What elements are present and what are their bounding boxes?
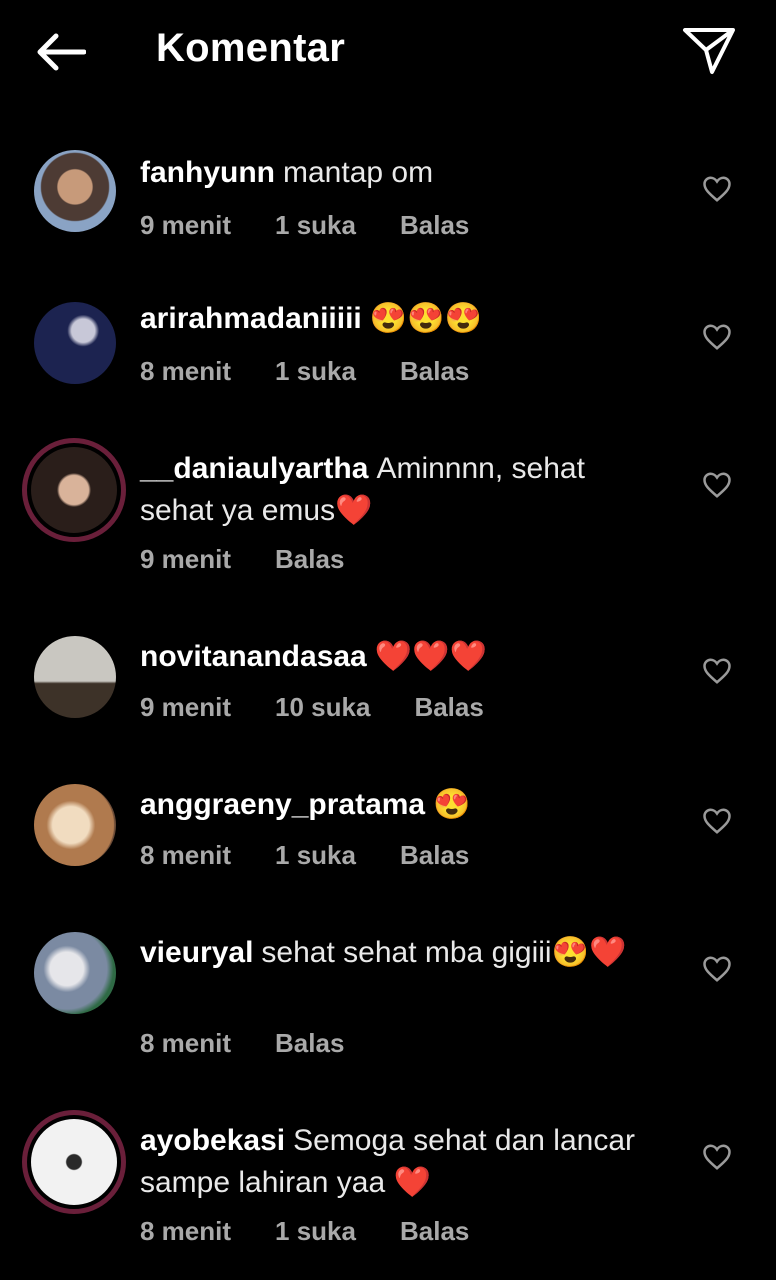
comment-username[interactable]: ayobekasi	[140, 1124, 285, 1157]
comment-likes[interactable]: 1 suka	[275, 1216, 356, 1247]
comment-body: vieuryal sehat sehat mba gigiii😍❤️	[140, 932, 650, 974]
comment-meta: 9 menit 1 suka Balas	[140, 210, 513, 241]
comment-body: novitanandasaa ❤️❤️❤️	[140, 636, 650, 678]
comment-time: 8 menit	[140, 840, 232, 870]
comment-meta: 8 menit 1 suka Balas	[140, 1216, 513, 1247]
comment-text: ❤️❤️❤️	[374, 640, 487, 673]
avatar-image	[31, 1119, 117, 1205]
comment-body: anggraeny_pratama 😍	[140, 784, 650, 826]
send-button[interactable]	[676, 18, 742, 84]
avatar[interactable]	[34, 302, 116, 384]
comment-item: fanhyunn mantap om 9 menit 1 suka Balas	[0, 150, 776, 250]
like-button[interactable]	[700, 468, 734, 502]
header-bar: Komentar	[0, 0, 776, 100]
avatar[interactable]	[34, 784, 116, 866]
avatar[interactable]	[34, 932, 116, 1014]
avatar[interactable]	[34, 150, 116, 232]
comment-body: fanhyunn mantap om	[140, 152, 650, 194]
comment-body: arirahmadaniiiii 😍😍😍	[140, 298, 650, 340]
heart-outline-icon	[703, 324, 731, 350]
reply-button[interactable]: Balas	[400, 840, 469, 871]
reply-button[interactable]: Balas	[275, 544, 344, 575]
comment-time: 9 menit	[140, 544, 232, 574]
comment-item: arirahmadaniiiii 😍😍😍 8 menit 1 suka Balas	[0, 298, 776, 398]
avatar-image	[31, 447, 117, 533]
comment-time: 9 menit	[140, 692, 232, 722]
like-button[interactable]	[700, 952, 734, 986]
reply-button[interactable]: Balas	[400, 356, 469, 387]
back-button[interactable]	[28, 24, 92, 80]
comment-text: 😍😍😍	[369, 302, 482, 335]
page-title: Komentar	[156, 26, 346, 70]
comment-likes[interactable]: 1 suka	[275, 210, 356, 241]
comment-body: ayobekasi Semoga sehat dan lancar sampe l…	[140, 1120, 650, 1204]
comment-username[interactable]: anggraeny_pratama	[140, 788, 425, 821]
heart-outline-icon	[703, 808, 731, 834]
heart-outline-icon	[703, 176, 731, 202]
avatar[interactable]	[22, 438, 126, 542]
comment-username[interactable]: fanhyunn	[140, 156, 275, 189]
comment-meta: 8 menit Balas	[140, 1028, 388, 1059]
heart-outline-icon	[703, 472, 731, 498]
comment-time: 8 menit	[140, 1216, 232, 1246]
comment-meta: 9 menit 10 suka Balas	[140, 692, 528, 723]
comment-meta: 8 menit 1 suka Balas	[140, 356, 513, 387]
like-button[interactable]	[700, 172, 734, 206]
heart-outline-icon	[703, 956, 731, 982]
comment-username[interactable]: vieuryal	[140, 936, 253, 969]
comment-time: 8 menit	[140, 1028, 232, 1058]
like-button[interactable]	[700, 654, 734, 688]
like-button[interactable]	[700, 1140, 734, 1174]
comment-likes[interactable]: 10 suka	[275, 692, 370, 723]
comment-time: 9 menit	[140, 210, 232, 240]
like-button[interactable]	[700, 320, 734, 354]
comment-item: ayobekasi Semoga sehat dan lancar sampe l…	[0, 1110, 776, 1260]
arrow-left-icon	[37, 33, 86, 71]
comment-meta: 9 menit Balas	[140, 544, 388, 575]
comment-text: 😍	[433, 788, 471, 821]
comment-body: __daniaulyartha Aminnnn, sehat sehat ya e…	[140, 448, 650, 532]
comment-time: 8 menit	[140, 356, 232, 386]
paper-plane-icon	[683, 28, 735, 74]
comment-username[interactable]: arirahmadaniiiii	[140, 302, 362, 335]
comment-meta: 8 menit 1 suka Balas	[140, 840, 513, 871]
avatar[interactable]	[34, 636, 116, 718]
comment-likes[interactable]: 1 suka	[275, 840, 356, 871]
avatar[interactable]	[22, 1110, 126, 1214]
comment-item: vieuryal sehat sehat mba gigiii😍❤️ 8 meni…	[0, 930, 776, 1070]
comment-username[interactable]: __daniaulyartha	[140, 452, 368, 485]
comment-username[interactable]: novitanandasaa	[140, 640, 367, 673]
comment-item: anggraeny_pratama 😍 8 menit 1 suka Balas	[0, 782, 776, 882]
comment-text: mantap om	[283, 156, 434, 189]
heart-outline-icon	[703, 658, 731, 684]
heart-outline-icon	[703, 1144, 731, 1170]
reply-button[interactable]: Balas	[275, 1028, 344, 1059]
comment-text: sehat sehat mba gigiii😍❤️	[261, 936, 627, 969]
reply-button[interactable]: Balas	[400, 210, 469, 241]
reply-button[interactable]: Balas	[400, 1216, 469, 1247]
comment-item: novitanandasaa ❤️❤️❤️ 9 menit 10 suka Bal…	[0, 634, 776, 734]
comment-item: __daniaulyartha Aminnnn, sehat sehat ya e…	[0, 438, 776, 588]
reply-button[interactable]: Balas	[414, 692, 483, 723]
comment-likes[interactable]: 1 suka	[275, 356, 356, 387]
like-button[interactable]	[700, 804, 734, 838]
